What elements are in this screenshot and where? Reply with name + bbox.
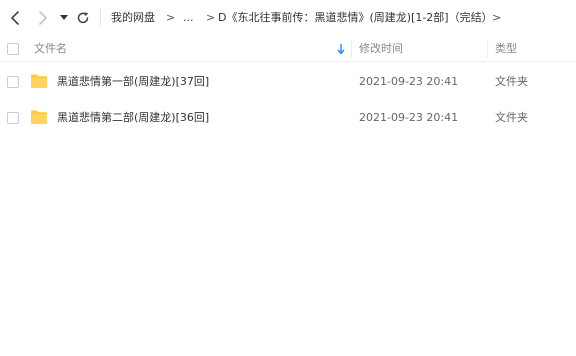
file-browser: 我的网盘 > ... > D《东北往事前传：黑道悲情》(周建龙)[1-2部]（完… [0, 0, 576, 356]
chevron-right-icon [39, 11, 47, 25]
list-item[interactable]: 黑道悲情第一部(周建龙)[37回] 2021-09-23 20:41 文件夹 [0, 64, 576, 100]
column-header: 文件名 修改时间 类型 [0, 36, 576, 62]
column-divider[interactable] [351, 40, 352, 58]
breadcrumb-separator: > [206, 11, 216, 24]
file-modified-date: 2021-09-23 20:41 [359, 111, 459, 124]
column-type-header[interactable]: 类型 [495, 41, 517, 57]
refresh-button[interactable] [74, 9, 92, 27]
forward-button[interactable] [34, 9, 52, 27]
file-modified-date: 2021-09-23 20:41 [359, 75, 459, 88]
row-checkbox[interactable] [7, 76, 19, 88]
column-divider[interactable] [487, 40, 488, 58]
file-name[interactable]: 黑道悲情第二部(周建龙)[36回] [57, 110, 209, 126]
back-button[interactable] [6, 9, 24, 27]
breadcrumb-ellipsis[interactable]: ... [183, 10, 194, 26]
row-checkbox[interactable] [7, 112, 19, 124]
toolbar-divider [100, 9, 101, 27]
list-item[interactable]: 黑道悲情第二部(周建龙)[36回] 2021-09-23 20:41 文件夹 [0, 100, 576, 136]
file-name[interactable]: 黑道悲情第一部(周建龙)[37回] [57, 74, 209, 90]
breadcrumb-home[interactable]: 我的网盘 [111, 10, 155, 26]
folder-icon [31, 110, 47, 124]
sort-down-arrow-icon[interactable] [336, 43, 346, 55]
breadcrumb-separator[interactable]: > [492, 10, 501, 26]
column-date-header[interactable]: 修改时间 [359, 41, 403, 57]
caret-down-icon [60, 15, 68, 20]
breadcrumb-current-folder[interactable]: D《东北往事前传：黑道悲情》(周建龙)[1-2部]（完结） [218, 10, 493, 26]
toolbar: 我的网盘 > ... > D《东北往事前传：黑道悲情》(周建龙)[1-2部]（完… [0, 0, 576, 36]
history-dropdown-button[interactable] [58, 9, 70, 27]
chevron-left-icon [11, 11, 19, 25]
breadcrumb-separator: > [166, 11, 176, 24]
select-all-checkbox[interactable] [7, 43, 19, 55]
column-name-header[interactable]: 文件名 [34, 41, 67, 57]
refresh-icon [77, 12, 89, 24]
file-type: 文件夹 [495, 111, 528, 124]
folder-icon [31, 74, 47, 88]
file-type: 文件夹 [495, 75, 528, 88]
